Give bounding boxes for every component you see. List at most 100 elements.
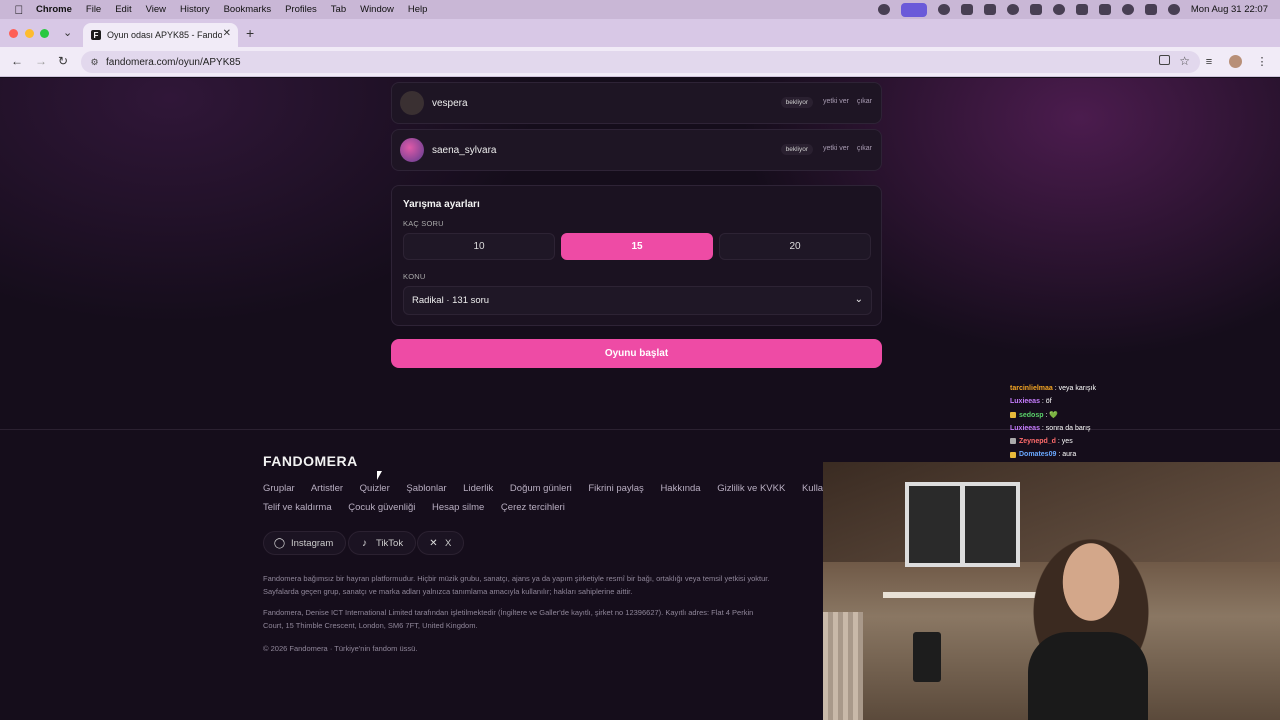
battery-icon[interactable] (1098, 4, 1111, 15)
chat-text: : yes (1057, 438, 1073, 446)
media-queue-icon[interactable]: ≡ (1203, 56, 1215, 68)
footer-link[interactable]: Hakkında (660, 483, 700, 494)
fandomera-favicon-icon: F (91, 30, 101, 40)
menu-window[interactable]: Window (360, 4, 394, 15)
footer-link[interactable]: Artistler (311, 483, 343, 494)
footer-link[interactable]: Gizlilik ve KVKK (717, 483, 785, 494)
chat-text: : veya karışık (1054, 385, 1096, 392)
settings-title: Yarışma ayarları (403, 199, 480, 210)
control-center-icon[interactable] (1144, 4, 1157, 15)
footer-link[interactable]: Fikrini paylaş (588, 483, 643, 494)
remove-player-link[interactable]: çıkar (857, 145, 872, 152)
close-window-button[interactable] (9, 29, 18, 38)
address-bar[interactable]: ⚙ fandomera.com/oyun/APYK85 ☆ (81, 51, 1200, 73)
tiktok-button[interactable]: ♪ TikTok (348, 531, 417, 555)
chat-message: tarcinlielmaa : veya karışık (1010, 382, 1096, 395)
status-icon[interactable] (877, 4, 890, 15)
airpods-icon[interactable] (983, 4, 996, 15)
menu-file[interactable]: File (86, 4, 101, 15)
player-name: vespera (432, 97, 468, 109)
more-menu-icon[interactable]: ⋮ (1256, 56, 1268, 68)
search-icon[interactable] (1121, 4, 1134, 15)
tab-title: Oyun odası APYK85 - Fandomera (107, 30, 222, 40)
count-option-15[interactable]: 15 (561, 233, 713, 260)
menu-tab[interactable]: Tab (331, 4, 346, 15)
chat-text: : aura (1058, 451, 1077, 459)
x-label: X (445, 537, 452, 549)
menu-view[interactable]: View (146, 4, 166, 15)
apple-icon[interactable]:  (12, 3, 26, 17)
wifi-icon[interactable] (1075, 4, 1088, 15)
browser-tab[interactable]: F Oyun odası APYK85 - Fandomera ✕ (83, 23, 238, 47)
topic-select[interactable]: Radikal · 131 soru ⌄ (403, 286, 872, 315)
install-app-icon[interactable] (1159, 55, 1170, 65)
play-icon[interactable] (1006, 4, 1019, 15)
menu-edit[interactable]: Edit (115, 4, 131, 15)
footer-link[interactable]: Çerez tercihleri (501, 502, 565, 513)
footer-link[interactable]: Gruplar (263, 483, 295, 494)
menubar-clock[interactable]: Mon Aug 31 22:07 (1191, 4, 1268, 15)
count-option-20[interactable]: 20 (719, 233, 871, 260)
footer-link[interactable]: Doğum günleri (510, 483, 572, 494)
menu-app-name[interactable]: Chrome (36, 4, 72, 15)
tab-strip: ⌄ F Oyun odası APYK85 - Fandomera ✕ + (0, 19, 1280, 47)
quiz-settings-panel: Yarışma ayarları KAÇ SORU 10 15 20 KONU … (391, 185, 882, 326)
menu-history[interactable]: History (180, 4, 210, 15)
player-row: saena_sylvara bekliyor yetki ver çıkar (391, 129, 882, 171)
x-button[interactable]: ✕ X (417, 531, 465, 555)
tab-close-icon[interactable]: ✕ (223, 28, 231, 39)
site-info-icon[interactable]: ⚙ (89, 57, 100, 68)
webcam-background-window (905, 482, 1020, 567)
remove-player-link[interactable]: çıkar (857, 98, 872, 105)
footer-link[interactable]: Quizler (360, 483, 390, 494)
instagram-label: Instagram (291, 537, 334, 549)
x-icon: ✕ (429, 537, 438, 549)
footer-link[interactable]: Şablonlar (406, 483, 446, 494)
chat-username: Zeynepd_d (1019, 438, 1056, 446)
instagram-button[interactable]: ◯ Instagram (263, 531, 347, 555)
menu-help[interactable]: Help (408, 4, 428, 15)
siri-icon[interactable] (1167, 4, 1180, 15)
footer-copyright: © 2026 Fandomera · Türkiye'nin fandom üs… (263, 644, 418, 653)
footer-logo[interactable]: FANDOMERA (263, 453, 358, 469)
chat-message: Zeynepd_d : yes (1010, 435, 1096, 448)
bookmark-star-icon[interactable]: ☆ (1179, 54, 1190, 68)
minimize-window-button[interactable] (25, 29, 34, 38)
profile-avatar[interactable] (1229, 55, 1242, 68)
tab-search-chevron-icon[interactable]: ⌄ (63, 26, 72, 39)
topic-select-value[interactable]: Radikal · 131 soru (412, 295, 489, 306)
instagram-icon: ◯ (273, 537, 286, 549)
text-input-icon[interactable] (1029, 4, 1042, 15)
url-text[interactable]: fandomera.com/oyun/APYK85 (106, 57, 241, 68)
webcam-overlay (823, 462, 1280, 720)
chat-badge-icon (1010, 411, 1016, 418)
grant-permission-link[interactable]: yetki ver (823, 145, 849, 152)
chat-message: sedosp : 💚 (1010, 409, 1096, 422)
new-tab-plus-icon[interactable]: + (246, 25, 254, 41)
chevron-down-icon: ⌄ (854, 294, 863, 305)
chat-username: sedosp (1019, 411, 1044, 419)
app-icon[interactable] (960, 4, 973, 15)
topic-label: KONU (403, 272, 426, 281)
chat-badge-icon (1010, 438, 1016, 445)
question-count-label: KAÇ SORU (403, 219, 444, 228)
count-option-10[interactable]: 10 (403, 233, 555, 260)
maximize-window-button[interactable] (40, 29, 49, 38)
reload-icon[interactable]: ↻ (58, 54, 68, 68)
webcam-background-speaker (913, 632, 941, 682)
footer-link[interactable]: Liderlik (463, 483, 493, 494)
footer-link[interactable]: Hesap silme (432, 502, 484, 513)
start-game-button[interactable]: Oyunu başlat (391, 339, 882, 368)
chat-message: Luxieeas : sonra da barış (1010, 422, 1096, 435)
grant-permission-link[interactable]: yetki ver (823, 98, 849, 105)
forward-arrow-icon[interactable]: → (35, 54, 47, 68)
menu-bookmarks[interactable]: Bookmarks (224, 4, 272, 15)
footer-link[interactable]: Telif ve kaldırma (263, 502, 332, 513)
chat-username: Domates09 (1019, 451, 1057, 459)
menu-profiles[interactable]: Profiles (285, 4, 317, 15)
screen-record-icon[interactable] (900, 2, 927, 17)
wechat-icon[interactable] (937, 4, 950, 15)
footer-link[interactable]: Çocuk güvenliği (348, 502, 415, 513)
back-arrow-icon[interactable]: ← (11, 54, 23, 68)
user-icon[interactable] (1052, 4, 1065, 15)
